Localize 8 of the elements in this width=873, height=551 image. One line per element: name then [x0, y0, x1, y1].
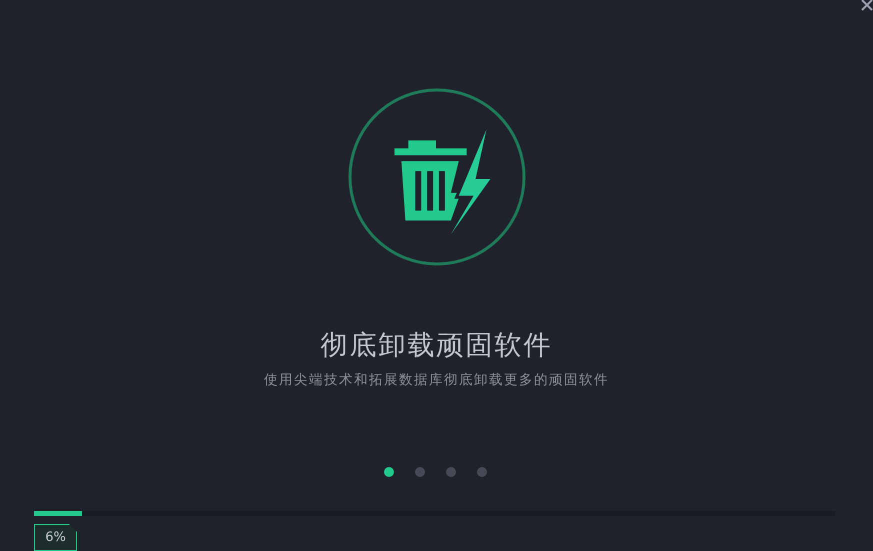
pager-dot[interactable] — [384, 467, 394, 477]
slide-subtitle: 使用尖端技术和拓展数据库彻底卸载更多的顽固软件 — [264, 371, 609, 390]
pager-dot[interactable] — [446, 467, 456, 477]
pager-dot[interactable] — [477, 467, 487, 477]
progress-percent: 6% — [34, 524, 77, 551]
pager-dot[interactable] — [415, 467, 425, 477]
slide-title: 彻底卸载顽固软件 — [320, 329, 552, 363]
close-icon[interactable] — [859, 0, 873, 13]
